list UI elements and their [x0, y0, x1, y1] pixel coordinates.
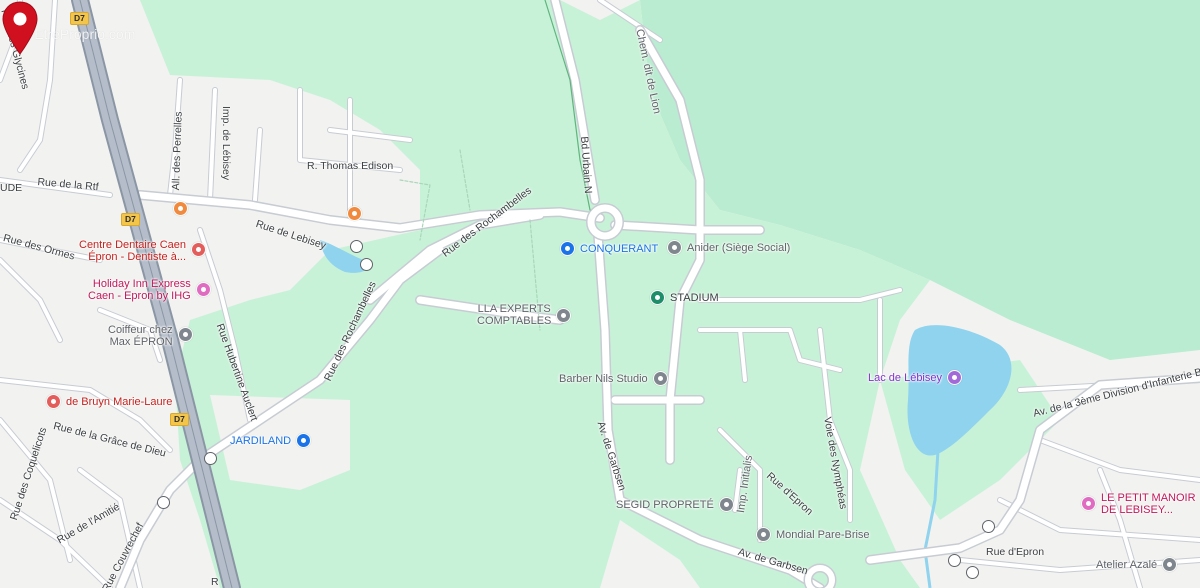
- location-pin-icon[interactable]: [0, 0, 40, 58]
- hair-salon-icon: [177, 327, 193, 342]
- car-service-icon: [756, 527, 771, 542]
- street-label: Imp. de Lébisey: [220, 106, 232, 181]
- poi-atelier-azale[interactable]: Atelier Azalé: [1096, 557, 1178, 572]
- poi-label: Max ÉPRON: [109, 336, 173, 348]
- dentist-icon: [191, 242, 207, 257]
- tram-stop-icon[interactable]: [948, 554, 961, 567]
- hair-salon-icon: [652, 371, 668, 386]
- hotel-icon: [195, 282, 211, 297]
- poi-segid[interactable]: SEGID PROPRETÉ: [616, 497, 734, 512]
- stadium-icon: [650, 290, 665, 305]
- poi-label: SEGID PROPRETÉ: [616, 498, 714, 511]
- tram-stop-icon[interactable]: [966, 566, 979, 579]
- route-badge-d7: D7: [170, 413, 189, 426]
- poi-label: Coiffeur chez: [108, 324, 173, 336]
- poi-label: de Bruyn Marie-Laure: [66, 395, 173, 408]
- tram-stop-icon[interactable]: [350, 240, 363, 253]
- map-canvas[interactable]: © EtreProprio.com D7 D7 D7 Rue des Glyci…: [0, 0, 1200, 588]
- business-icon: [667, 240, 682, 255]
- poi-label: Barber Nils Studio: [559, 372, 648, 385]
- poi-label: LLA EXPERTS: [477, 303, 551, 315]
- restaurant-poi[interactable]: [347, 206, 362, 221]
- poi-label: Lac de Lébisey: [868, 371, 942, 384]
- business-icon: [556, 307, 572, 323]
- shopping-bag-icon: [560, 241, 575, 256]
- restaurant-icon: [347, 206, 362, 221]
- tram-stop-icon[interactable]: [982, 520, 995, 533]
- poi-label: Centre Dentaire Caen: [79, 239, 187, 251]
- poi-label: Caen - Epron by IHG: [88, 290, 191, 302]
- restaurant-poi[interactable]: [173, 201, 188, 216]
- poi-label: Holiday Inn Express: [92, 278, 191, 290]
- poi-conquerant[interactable]: CONQUERANT: [560, 241, 658, 256]
- poi-coiffeur[interactable]: Coiffeur chez Max ÉPRON: [108, 324, 193, 348]
- poi-label: LE PETIT MANOIR: [1101, 492, 1196, 504]
- poi-petit-manoir[interactable]: LE PETIT MANOIR DE LEBISEY...: [1081, 492, 1196, 516]
- poi-anider[interactable]: Anider (Siège Social): [667, 240, 790, 255]
- landmark-icon: [947, 370, 962, 385]
- poi-holiday-inn[interactable]: Holiday Inn Express Caen - Epron by IHG: [88, 278, 211, 302]
- street-label: R: [211, 576, 219, 588]
- poi-de-bruyn[interactable]: de Bruyn Marie-Laure: [46, 394, 172, 409]
- route-badge-d7: D7: [70, 12, 89, 25]
- poi-centre-dentaire[interactable]: Centre Dentaire Caen Épron - Dentiste à.…: [79, 239, 207, 263]
- medical-icon: [46, 394, 61, 409]
- shopping-bag-icon: [296, 433, 312, 448]
- poi-lla-experts[interactable]: LLA EXPERTS COMPTABLES: [477, 303, 572, 327]
- street-label: UDE: [0, 182, 23, 194]
- hotel-icon: [1081, 496, 1096, 511]
- tram-stop-icon[interactable]: [204, 452, 217, 465]
- street-label: R. Thomas Edison: [307, 160, 394, 172]
- tram-stop-icon[interactable]: [360, 258, 373, 271]
- poi-label: Mondial Pare-Brise: [776, 528, 870, 541]
- poi-label: JARDILAND: [230, 434, 292, 447]
- poi-label: Épron - Dentiste à...: [88, 251, 187, 263]
- poi-jardiland[interactable]: JARDILAND: [230, 433, 312, 448]
- poi-label: Atelier Azalé: [1096, 558, 1158, 571]
- poi-label: COMPTABLES: [477, 315, 552, 327]
- route-badge-d7: D7: [121, 213, 140, 226]
- poi-mondial[interactable]: Mondial Pare-Brise: [756, 527, 870, 542]
- poi-stadium[interactable]: STADIUM: [650, 290, 719, 305]
- street-label: Rue d'Epron: [986, 546, 1045, 558]
- poi-label: Anider (Siège Social): [687, 241, 791, 254]
- poi-barber[interactable]: Barber Nils Studio: [559, 371, 668, 386]
- poi-label: DE LEBISEY...: [1101, 504, 1173, 516]
- tram-stop-icon[interactable]: [157, 496, 170, 509]
- shop-icon: [1162, 557, 1178, 572]
- restaurant-icon: [173, 201, 188, 216]
- poi-lac-de-lebisey[interactable]: Lac de Lébisey: [868, 370, 962, 385]
- poi-label: STADIUM: [670, 291, 719, 304]
- business-icon: [718, 497, 734, 512]
- poi-label: CONQUERANT: [580, 242, 659, 255]
